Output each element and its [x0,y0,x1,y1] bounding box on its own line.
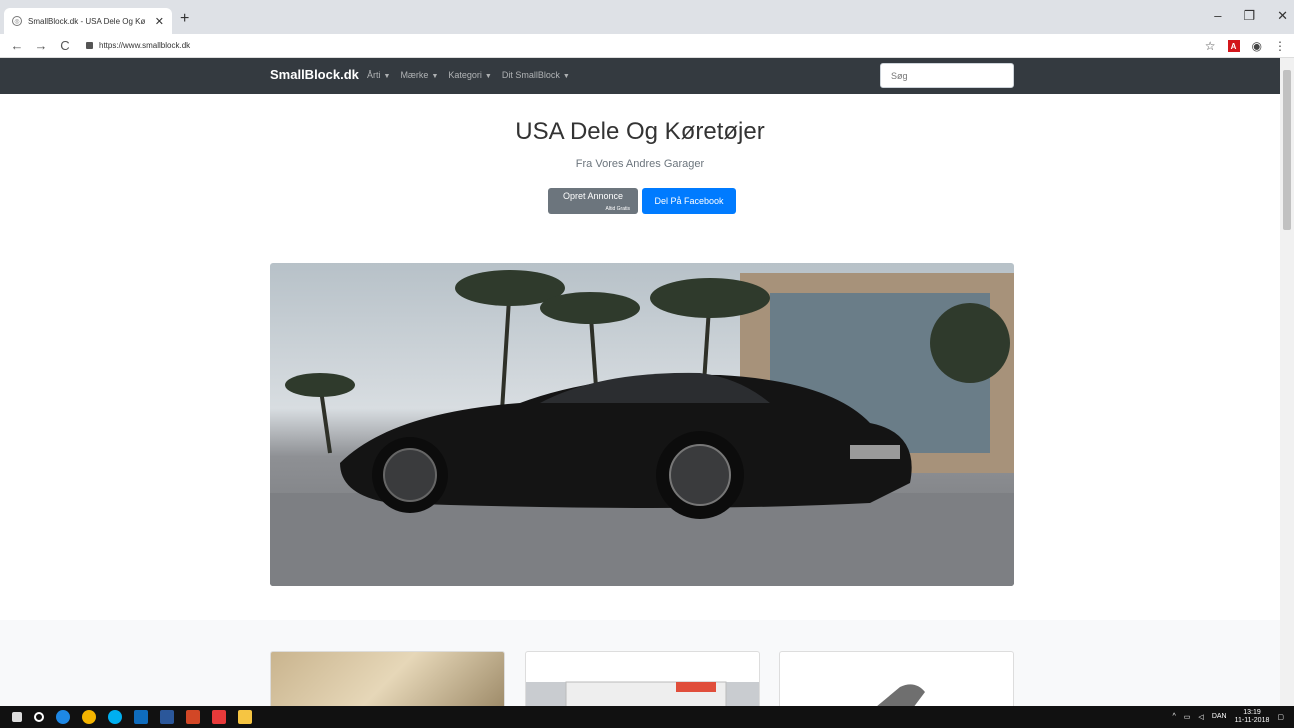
hero-car-image [270,263,1014,586]
file-explorer-icon[interactable] [238,710,252,724]
url-text: https://www.smallblock.dk [99,41,191,50]
search-input[interactable] [880,63,1014,88]
page-title: USA Dele Og Køretøjer [515,118,765,145]
notifications-icon[interactable]: ▢ [1277,713,1284,721]
browser-toolbar: ← → C https://www.smallblock.dk ☆ A ◉ ⋮ [0,34,1294,58]
network-icon[interactable]: ▭ [1184,713,1191,721]
listing-card[interactable] [525,651,760,706]
volume-icon[interactable]: ◁ [1198,713,1203,721]
close-tab-icon[interactable]: ✕ [155,15,164,28]
reload-icon[interactable]: C [58,38,72,53]
nav-item-maerke[interactable]: Mærke ▼ [400,70,438,80]
new-tab-button[interactable]: + [180,10,189,28]
tab-title: SmallBlock.dk - USA Dele Og Kø [28,16,146,26]
menu-icon[interactable]: ⋮ [1274,39,1286,53]
acrobat-icon[interactable] [212,710,226,724]
bookmark-star-icon[interactable]: ☆ [1205,39,1216,53]
page-subtitle: Fra Vores Andres Garager [575,158,705,170]
nav-item-kategori[interactable]: Kategori ▼ [448,70,491,80]
forward-icon[interactable]: → [34,38,48,53]
listing-card[interactable] [779,651,1014,706]
page-viewport: SmallBlock.dk Årti ▼ Mærke ▼ Kategori ▼ Dit… [0,58,1280,706]
caret-down-icon: ▼ [484,73,492,80]
nav-item-dit-smallblock[interactable]: Dit SmallBlock ▼ [502,70,570,80]
caret-down-icon: ▼ [431,73,439,80]
clock[interactable]: 13:19 11-11-2018 [1235,709,1270,724]
lock-icon [86,42,93,49]
caret-down-icon: ▼ [562,73,570,80]
windows-taskbar: ^ ▭ ◁ DAN 13:19 11-11-2018 ▢ [0,706,1294,728]
site-brand[interactable]: SmallBlock.dk [270,67,359,82]
browser-tab[interactable]: ◎ SmallBlock.dk - USA Dele Og Kø ✕ [4,8,172,34]
scroll-thumb[interactable] [1283,70,1291,230]
outlook-icon[interactable] [134,710,148,724]
share-facebook-button[interactable]: Del På Facebook [642,188,736,214]
word-icon[interactable] [160,710,174,724]
page-scrollbar[interactable] [1280,58,1294,706]
edge-icon[interactable] [56,710,70,724]
back-icon[interactable]: ← [10,38,24,53]
nav-item-arti[interactable]: Årti ▼ [367,70,390,80]
language-indicator[interactable]: DAN [1212,713,1227,720]
nav-menu: Årti ▼ Mærke ▼ Kategori ▼ Dit SmallBlock ▼ [367,70,570,80]
listing-card[interactable] [270,651,505,706]
search-icon[interactable] [34,712,44,722]
powerpoint-icon[interactable] [186,710,200,724]
caret-down-icon: ▼ [383,73,391,80]
maximize-icon[interactable]: ❐ [1243,8,1255,24]
chrome-icon[interactable] [82,710,96,724]
address-bar[interactable]: https://www.smallblock.dk [86,41,190,50]
favicon-icon: ◎ [12,16,22,26]
minimize-icon[interactable]: – [1214,8,1221,24]
skype-icon[interactable] [108,710,122,724]
profile-icon[interactable]: ◉ [1252,39,1262,53]
site-navbar: SmallBlock.dk Årti ▼ Mærke ▼ Kategori ▼ Dit… [0,58,1280,94]
browser-tabbar: ◎ SmallBlock.dk - USA Dele Og Kø ✕ + – ❐… [0,0,1294,34]
create-ad-button[interactable]: Opret Annonce Altid Gratis [548,188,638,214]
close-window-icon[interactable]: ✕ [1277,8,1288,24]
tray-chevron-icon[interactable]: ^ [1173,713,1176,720]
windows-start-icon[interactable] [12,712,22,722]
acrobat-extension-icon[interactable]: A [1227,40,1240,52]
